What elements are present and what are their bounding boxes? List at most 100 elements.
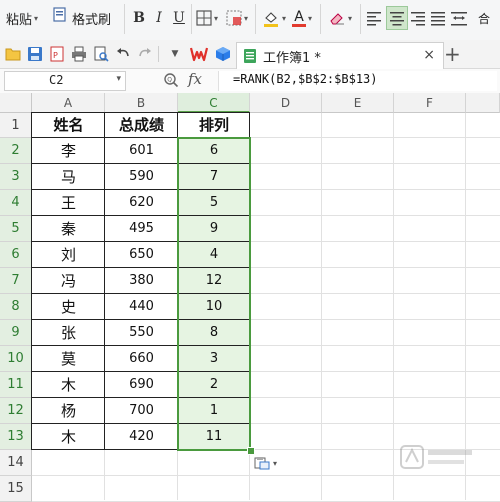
paste-button[interactable]: 粘贴 ▾ — [6, 4, 38, 32]
rank-cell[interactable]: 7 — [178, 164, 250, 190]
align-left-button[interactable] — [366, 4, 382, 32]
distribute-button[interactable] — [450, 4, 468, 32]
name-box-dropdown-icon[interactable]: ▾ — [116, 74, 121, 84]
rank-cell[interactable]: 6 — [178, 138, 250, 164]
row-header-14[interactable]: 14 — [0, 450, 32, 476]
column-header-e[interactable]: E — [322, 93, 394, 113]
rank-cell[interactable]: 8 — [178, 320, 250, 346]
score-cell[interactable]: 495 — [105, 216, 178, 242]
print-icon[interactable] — [70, 45, 88, 63]
row-header-15[interactable]: 15 — [0, 476, 32, 502]
column-header-d[interactable]: D — [250, 93, 322, 113]
format-painter-button[interactable]: 格式刷 — [52, 4, 111, 32]
select-all-corner[interactable] — [0, 93, 32, 113]
column-header-f[interactable]: F — [394, 93, 466, 113]
row-header-8[interactable]: 8 — [0, 294, 32, 320]
name-cell[interactable]: 木 — [32, 372, 105, 398]
score-cell[interactable]: 620 — [105, 190, 178, 216]
name-box[interactable]: C2 ▾ — [4, 71, 126, 91]
cell-style-dropdown-icon[interactable]: ▾ — [244, 14, 248, 23]
rank-cell[interactable]: 1 — [178, 398, 250, 424]
name-cell[interactable]: 刘 — [32, 242, 105, 268]
rank-cell[interactable]: 9 — [178, 216, 250, 242]
rank-cell[interactable]: 10 — [178, 294, 250, 320]
paste-options-dropdown-icon[interactable]: ▾ — [273, 459, 277, 468]
rank-cell[interactable]: 5 — [178, 190, 250, 216]
name-cell[interactable]: 冯 — [32, 268, 105, 294]
redo-icon[interactable] — [136, 45, 154, 63]
column-header-g[interactable] — [466, 93, 500, 113]
row-header-9[interactable]: 9 — [0, 320, 32, 346]
underline-button[interactable]: U — [170, 4, 188, 32]
new-folder-icon[interactable] — [4, 45, 22, 63]
export-pdf-icon[interactable]: P — [48, 45, 66, 63]
name-cell[interactable]: 莫 — [32, 346, 105, 372]
fill-color-dropdown-icon[interactable]: ▾ — [282, 14, 286, 23]
print-preview-icon[interactable] — [92, 45, 110, 63]
wps-logo-icon[interactable] — [190, 45, 208, 63]
name-cell[interactable]: 王 — [32, 190, 105, 216]
row-header-13[interactable]: 13 — [0, 424, 32, 450]
header-cell-a[interactable]: 姓名 — [32, 113, 105, 138]
borders-dropdown-icon[interactable]: ▾ — [214, 14, 218, 23]
document-tab[interactable]: 工作簿1 * × — [236, 42, 444, 69]
italic-button[interactable]: I — [150, 4, 168, 32]
name-cell[interactable]: 杨 — [32, 398, 105, 424]
save-icon[interactable] — [26, 45, 44, 63]
column-header-a[interactable]: A — [32, 93, 105, 113]
score-cell[interactable]: 440 — [105, 294, 178, 320]
rank-cell[interactable]: 11 — [178, 424, 250, 450]
score-cell[interactable]: 420 — [105, 424, 178, 450]
score-cell[interactable]: 700 — [105, 398, 178, 424]
row-header-2[interactable]: 2 — [0, 138, 32, 164]
rank-cell[interactable]: 3 — [178, 346, 250, 372]
score-cell[interactable]: 660 — [105, 346, 178, 372]
cube-app-icon[interactable] — [214, 45, 232, 63]
name-cell[interactable]: 张 — [32, 320, 105, 346]
row-header-5[interactable]: 5 — [0, 216, 32, 242]
row-header-11[interactable]: 11 — [0, 372, 32, 398]
align-right-button[interactable] — [410, 4, 426, 32]
insert-function-button[interactable]: fx — [188, 70, 202, 88]
row-header-4[interactable]: 4 — [0, 190, 32, 216]
rank-cell[interactable]: 12 — [178, 268, 250, 294]
clear-dropdown-icon[interactable]: ▾ — [348, 14, 352, 23]
align-center-button[interactable] — [386, 6, 408, 30]
score-cell[interactable]: 590 — [105, 164, 178, 190]
font-color-dropdown-icon[interactable]: ▾ — [308, 14, 312, 23]
name-cell[interactable]: 马 — [32, 164, 105, 190]
row-header-10[interactable]: 10 — [0, 346, 32, 372]
name-cell[interactable]: 史 — [32, 294, 105, 320]
row-header-1[interactable]: 1 — [0, 113, 32, 138]
bold-button[interactable]: B — [130, 4, 148, 32]
font-color-button[interactable]: A ▾ — [292, 4, 312, 32]
formula-input[interactable]: =RANK(B2,$B$2:$B$13) — [218, 71, 497, 91]
row-header-3[interactable]: 3 — [0, 164, 32, 190]
score-cell[interactable]: 601 — [105, 138, 178, 164]
new-tab-icon[interactable]: + — [444, 44, 461, 64]
fill-color-button[interactable]: ▾ — [262, 4, 286, 32]
row-header-12[interactable]: 12 — [0, 398, 32, 424]
score-cell[interactable]: 690 — [105, 372, 178, 398]
justify-button[interactable] — [430, 4, 446, 32]
paste-options-button[interactable]: ▾ — [254, 454, 284, 472]
zoom-search-icon[interactable]: Q — [163, 72, 179, 92]
row-header-7[interactable]: 7 — [0, 268, 32, 294]
merge-button[interactable]: 合 — [478, 4, 490, 32]
undo-icon[interactable] — [114, 45, 132, 63]
name-cell[interactable]: 李 — [32, 138, 105, 164]
rank-cell[interactable]: 2 — [178, 372, 250, 398]
score-cell[interactable]: 650 — [105, 242, 178, 268]
quick-access-dropdown-icon[interactable]: ▼ — [166, 45, 184, 63]
clear-format-button[interactable]: ▾ — [328, 4, 352, 32]
name-cell[interactable]: 秦 — [32, 216, 105, 242]
header-cell-c[interactable]: 排列 — [178, 113, 250, 138]
rank-cell[interactable]: 4 — [178, 242, 250, 268]
paste-dropdown-icon[interactable]: ▾ — [34, 14, 38, 23]
column-header-b[interactable]: B — [105, 93, 178, 113]
row-header-6[interactable]: 6 — [0, 242, 32, 268]
spreadsheet-grid[interactable]: A B C D E F 1 2 3 4 5 6 7 8 9 10 11 12 13 14 15 姓名 总成绩 排列李 601 6 马… — [0, 93, 500, 502]
name-cell[interactable]: 木 — [32, 424, 105, 450]
borders-button[interactable]: ▾ — [196, 4, 218, 32]
close-tab-icon[interactable]: × — [423, 47, 435, 63]
